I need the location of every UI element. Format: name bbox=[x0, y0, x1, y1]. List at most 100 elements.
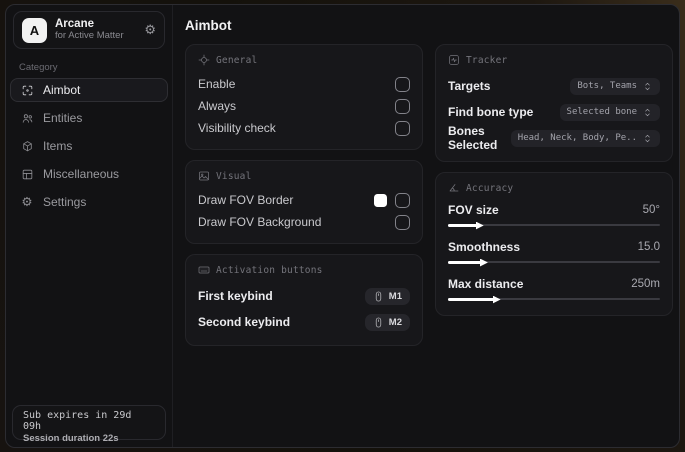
fov-size-group: FOV size 50° bbox=[448, 201, 660, 230]
sidebar-item-items[interactable]: Items bbox=[10, 134, 168, 158]
max-distance-slider[interactable] bbox=[448, 295, 660, 304]
targets-value: Bots, Teams bbox=[577, 81, 637, 91]
bones-selected-row: Bones Selected Head, Neck, Body, Pe.. bbox=[448, 124, 660, 152]
second-keybind-button[interactable]: M2 bbox=[364, 313, 410, 331]
crosshair-icon bbox=[198, 54, 210, 66]
first-keybind-row: First keybind M1 bbox=[198, 283, 410, 309]
slider-thumb[interactable] bbox=[492, 295, 501, 304]
enable-checkbox[interactable] bbox=[395, 76, 410, 92]
second-keybind-row: Second keybind M2 bbox=[198, 309, 410, 335]
first-keybind-value: M1 bbox=[388, 290, 402, 302]
sidebar-item-aimbot[interactable]: Aimbot bbox=[10, 78, 168, 102]
fov-size-slider[interactable] bbox=[448, 221, 660, 230]
max-distance-label: Max distance bbox=[448, 277, 524, 291]
main-content: Aimbot General Enable Always Visibility … bbox=[173, 5, 679, 447]
visual-card: Visual Draw FOV Border Draw FOV Backgrou… bbox=[185, 160, 423, 244]
bones-selected-label: Bones Selected bbox=[448, 124, 498, 152]
unfold-icon bbox=[645, 108, 650, 116]
draw-fov-background-checkbox[interactable] bbox=[395, 214, 410, 230]
targets-label: Targets bbox=[448, 79, 491, 93]
targets-dropdown[interactable]: Bots, Teams bbox=[570, 77, 660, 95]
targets-row: Targets Bots, Teams bbox=[448, 73, 660, 99]
fov-size-label: FOV size bbox=[448, 203, 499, 217]
find-bone-type-row: Find bone type Selected bone bbox=[448, 99, 660, 125]
max-distance-value: 250m bbox=[631, 278, 660, 290]
sidebar-nav: Aimbot Entities Items Miscellaneous ⚙ Se… bbox=[6, 78, 172, 214]
always-label: Always bbox=[198, 99, 237, 113]
draw-fov-border-label: Draw FOV Border bbox=[198, 193, 294, 207]
sidebar-item-label: Settings bbox=[43, 195, 87, 209]
smoothness-group: Smoothness 15.0 bbox=[448, 238, 660, 267]
tracker-header-label: Tracker bbox=[466, 54, 508, 66]
always-checkbox[interactable] bbox=[395, 98, 410, 114]
unfold-icon bbox=[645, 82, 650, 90]
mouse-icon bbox=[375, 291, 381, 301]
general-card: General Enable Always Visibility check bbox=[185, 44, 423, 150]
enable-row: Enable bbox=[198, 73, 410, 95]
sidebar-item-miscellaneous[interactable]: Miscellaneous bbox=[10, 162, 168, 186]
settings-gear-icon: ⚙ bbox=[21, 193, 33, 209]
visibility-check-checkbox[interactable] bbox=[395, 120, 410, 136]
users-icon bbox=[20, 111, 34, 125]
accuracy-header-label: Accuracy bbox=[466, 182, 514, 194]
max-distance-group: Max distance 250m bbox=[448, 275, 660, 304]
smoothness-value: 15.0 bbox=[637, 241, 660, 253]
cube-icon bbox=[20, 139, 34, 153]
right-column: Tracker Targets Bots, Teams Find bone ty… bbox=[435, 44, 673, 316]
draw-fov-border-row: Draw FOV Border bbox=[198, 189, 410, 211]
first-keybind-button[interactable]: M1 bbox=[364, 287, 410, 305]
always-row: Always bbox=[198, 95, 410, 117]
sub-expiry-text: Sub expires in 29d 09h bbox=[23, 410, 132, 432]
second-keybind-value: M2 bbox=[388, 316, 402, 328]
sidebar-item-entities[interactable]: Entities bbox=[10, 106, 168, 130]
fov-border-color-swatch[interactable] bbox=[374, 193, 387, 207]
visibility-check-row: Visibility check bbox=[198, 117, 410, 139]
bones-selected-dropdown[interactable]: Head, Neck, Body, Pe.. bbox=[510, 129, 660, 147]
sidebar-item-label: Aimbot bbox=[43, 83, 81, 97]
subscription-status-card: Sub expires in 29d 09h Session duration … bbox=[12, 405, 166, 444]
keyboard-icon bbox=[198, 266, 210, 274]
activation-buttons-card: Activation buttons First keybind M1 Seco… bbox=[185, 254, 423, 346]
unfold-icon bbox=[645, 134, 650, 142]
session-duration-text: Session duration 22s bbox=[23, 433, 119, 444]
sidebar-item-label: Miscellaneous bbox=[43, 167, 120, 181]
accuracy-header: Accuracy bbox=[448, 182, 660, 194]
sidebar-item-settings[interactable]: ⚙ Settings bbox=[10, 190, 168, 214]
page-title: Aimbot bbox=[185, 18, 232, 33]
slider-thumb[interactable] bbox=[479, 258, 488, 267]
sidebar-item-label: Entities bbox=[43, 111, 83, 125]
visual-header: Visual bbox=[198, 170, 410, 182]
first-keybind-label: First keybind bbox=[198, 289, 273, 303]
fov-size-value: 50° bbox=[642, 204, 660, 216]
brand-card: A Arcane for Active Matter ⚙ bbox=[13, 11, 165, 49]
general-header: General bbox=[198, 54, 410, 66]
enable-label: Enable bbox=[198, 77, 236, 91]
find-bone-type-dropdown[interactable]: Selected bone bbox=[559, 103, 660, 121]
category-label: Category bbox=[19, 62, 58, 73]
layout-icon bbox=[20, 167, 34, 181]
activity-icon bbox=[449, 55, 459, 65]
tracker-card: Tracker Targets Bots, Teams Find bone ty… bbox=[435, 44, 673, 162]
app-logo: A bbox=[22, 17, 47, 43]
smoothness-label: Smoothness bbox=[448, 240, 521, 254]
general-header-label: General bbox=[216, 54, 258, 66]
gear-icon[interactable]: ⚙ bbox=[144, 23, 156, 38]
slider-thumb[interactable] bbox=[475, 221, 484, 230]
accuracy-card: Accuracy FOV size 50° Smoothness 15.0 Ma… bbox=[435, 172, 673, 316]
image-icon bbox=[199, 171, 209, 181]
find-bone-type-value: Selected bone bbox=[566, 107, 637, 117]
crosshair-scan-icon bbox=[20, 83, 34, 97]
mouse-icon bbox=[375, 317, 381, 327]
smoothness-slider[interactable] bbox=[448, 258, 660, 267]
bones-selected-value: Head, Neck, Body, Pe.. bbox=[517, 133, 637, 143]
brand-text: Arcane for Active Matter bbox=[55, 18, 136, 42]
left-column: General Enable Always Visibility check V… bbox=[185, 44, 423, 346]
draw-fov-background-label: Draw FOV Background bbox=[198, 215, 322, 229]
second-keybind-label: Second keybind bbox=[198, 315, 291, 329]
angle-icon bbox=[449, 184, 459, 192]
draw-fov-border-checkbox[interactable] bbox=[395, 192, 410, 208]
draw-fov-background-row: Draw FOV Background bbox=[198, 211, 410, 233]
brand-subtitle: for Active Matter bbox=[55, 30, 124, 42]
app-window: A Arcane for Active Matter ⚙ Category Ai… bbox=[5, 4, 680, 448]
activation-header-label: Activation buttons bbox=[216, 264, 323, 276]
